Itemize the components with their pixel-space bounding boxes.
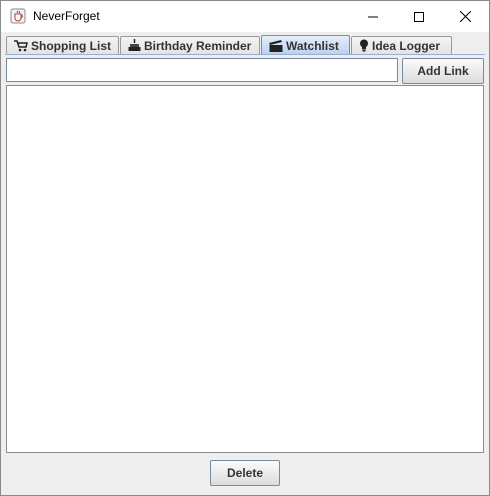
cake-icon (128, 39, 141, 52)
app-window: NeverForget Shopping List Birthday Remin… (0, 0, 490, 496)
link-input[interactable] (6, 58, 398, 82)
minimize-button[interactable] (350, 1, 396, 32)
delete-button[interactable]: Delete (210, 460, 280, 486)
clapperboard-icon (269, 39, 283, 52)
tab-label: Birthday Reminder (144, 38, 252, 53)
add-link-button[interactable]: Add Link (402, 58, 484, 84)
java-cup-icon (10, 8, 26, 24)
maximize-icon (414, 11, 424, 22)
cart-icon (14, 39, 28, 52)
tab-divider (5, 54, 485, 55)
tab-label: Idea Logger (372, 38, 441, 53)
tab-bar: Shopping List Birthday Reminder Watchlis… (5, 35, 485, 55)
tab-idea-logger[interactable]: Idea Logger (351, 36, 452, 54)
tab-watchlist[interactable]: Watchlist (261, 35, 350, 55)
close-button[interactable] (442, 1, 488, 32)
maximize-button[interactable] (396, 1, 442, 32)
tab-birthday-reminder[interactable]: Birthday Reminder (120, 36, 260, 54)
lightbulb-icon (359, 39, 369, 52)
window-title: NeverForget (33, 9, 100, 23)
close-icon (459, 11, 471, 22)
minimize-icon (368, 16, 378, 17)
watchlist-list[interactable] (6, 85, 484, 453)
tab-shopping-list[interactable]: Shopping List (6, 36, 119, 54)
tab-label: Shopping List (31, 38, 111, 53)
tab-label: Watchlist (286, 38, 339, 53)
title-bar[interactable]: NeverForget (1, 1, 489, 32)
